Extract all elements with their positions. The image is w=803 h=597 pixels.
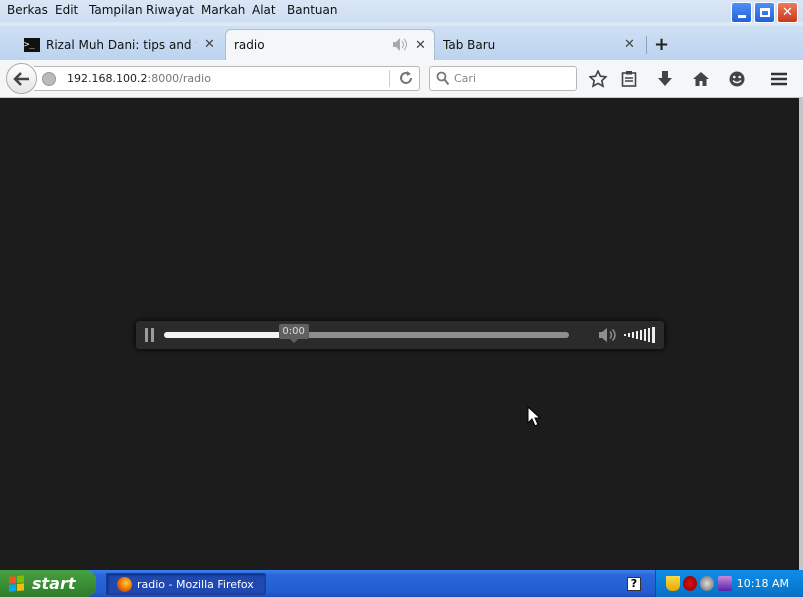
seek-progress: [164, 332, 294, 338]
close-button[interactable]: ✕: [777, 2, 798, 23]
close-icon: ✕: [782, 5, 793, 20]
plus-icon: +: [654, 34, 670, 55]
volume-bars-icon: [624, 327, 655, 343]
tab-close-icon[interactable]: ✕: [415, 38, 426, 53]
tab-rizal[interactable]: >_ Rizal Muh Dani: tips and trick ✕: [18, 29, 222, 60]
tab-radio[interactable]: radio ✕: [225, 29, 435, 60]
menu-bantuan[interactable]: Bantuan: [287, 3, 337, 17]
start-label: start: [32, 574, 76, 593]
volume-slider[interactable]: [624, 327, 658, 343]
url-divider: [389, 70, 390, 87]
antivirus-icon[interactable]: [683, 576, 697, 591]
bookmark-star-button[interactable]: [587, 68, 609, 90]
time-tooltip: 0:00: [278, 324, 309, 343]
tab-close-icon[interactable]: ✕: [624, 37, 635, 52]
pause-button[interactable]: [145, 328, 155, 342]
clock: 10:18 AM: [736, 577, 789, 590]
search-placeholder: Cari: [454, 72, 476, 85]
seek-bar[interactable]: 0:00: [164, 324, 569, 343]
tab-baru-label: Tab Baru: [443, 37, 496, 52]
reload-icon[interactable]: [398, 70, 414, 89]
system-tray: 10:18 AM: [655, 570, 803, 597]
restore-button[interactable]: [754, 2, 775, 23]
menu-riwayat[interactable]: Riwayat: [146, 3, 194, 17]
tab-close-icon[interactable]: ✕: [204, 37, 215, 52]
speaker-icon: [599, 328, 616, 342]
restore-icon: [759, 8, 770, 17]
url-text: 192.168.100.2:8000/radio: [67, 72, 211, 85]
tab-baru[interactable]: Tab Baru ✕: [440, 29, 640, 60]
network-icon[interactable]: [700, 576, 714, 591]
menu-button[interactable]: [768, 68, 790, 90]
search-icon: [436, 71, 450, 86]
star-icon: [589, 70, 607, 88]
home-icon: [693, 72, 709, 86]
nav-bar: 192.168.100.2:8000/radio Cari: [0, 60, 803, 98]
tab-rizal-label: Rizal Muh Dani: tips and trick: [46, 37, 196, 52]
tab-strip: >_ Rizal Muh Dani: tips and trick ✕ radi…: [0, 26, 803, 60]
minimize-icon: [737, 15, 746, 18]
start-button[interactable]: start: [0, 570, 96, 597]
tab-radio-label: radio: [234, 38, 265, 52]
app-tray-icon[interactable]: [718, 576, 732, 591]
downloads-button[interactable]: [654, 68, 676, 90]
url-bar[interactable]: 192.168.100.2:8000/radio: [34, 66, 420, 91]
mouse-cursor-icon: [527, 406, 541, 427]
taskbar: start radio - Mozilla Firefox ? 10:18 AM: [0, 570, 803, 597]
back-button[interactable]: [6, 63, 37, 94]
menu-bar: Berkas Edit Tampilan Riwayat Markah Alat…: [0, 0, 803, 23]
hamburger-icon: [771, 72, 787, 86]
home-button[interactable]: [690, 68, 712, 90]
menu-edit[interactable]: Edit: [55, 3, 78, 17]
taskbar-item-label: radio - Mozilla Firefox: [137, 577, 254, 591]
taskbar-item-firefox[interactable]: radio - Mozilla Firefox: [106, 573, 266, 595]
scrollbar-edge[interactable]: [799, 98, 803, 570]
new-tab-button[interactable]: +: [654, 29, 672, 60]
mute-button[interactable]: [598, 327, 618, 343]
firefox-icon: [117, 577, 132, 592]
audio-player: 0:00: [136, 321, 664, 349]
reading-list-button[interactable]: [618, 68, 640, 90]
smiley-icon: [729, 71, 745, 87]
help-icon[interactable]: ?: [627, 577, 641, 591]
download-arrow-icon: [658, 71, 672, 86]
terminal-icon: >_: [24, 37, 40, 52]
hello-button[interactable]: [726, 68, 748, 90]
speaker-icon[interactable]: [392, 37, 408, 55]
windows-logo-icon: [9, 575, 25, 592]
back-arrow-icon: [12, 71, 29, 86]
clipboard-icon: [621, 71, 637, 87]
minimize-button[interactable]: [731, 2, 752, 23]
security-shield-icon[interactable]: [666, 576, 680, 591]
menu-berkas[interactable]: Berkas: [7, 3, 48, 17]
tab-divider: [646, 36, 647, 54]
menu-tampilan[interactable]: Tampilan: [89, 3, 143, 17]
menu-markah[interactable]: Markah: [201, 3, 245, 17]
search-bar[interactable]: Cari: [429, 66, 577, 91]
menu-alat[interactable]: Alat: [252, 3, 276, 17]
globe-icon: [42, 72, 56, 86]
browser-chrome: Berkas Edit Tampilan Riwayat Markah Alat…: [0, 0, 803, 98]
